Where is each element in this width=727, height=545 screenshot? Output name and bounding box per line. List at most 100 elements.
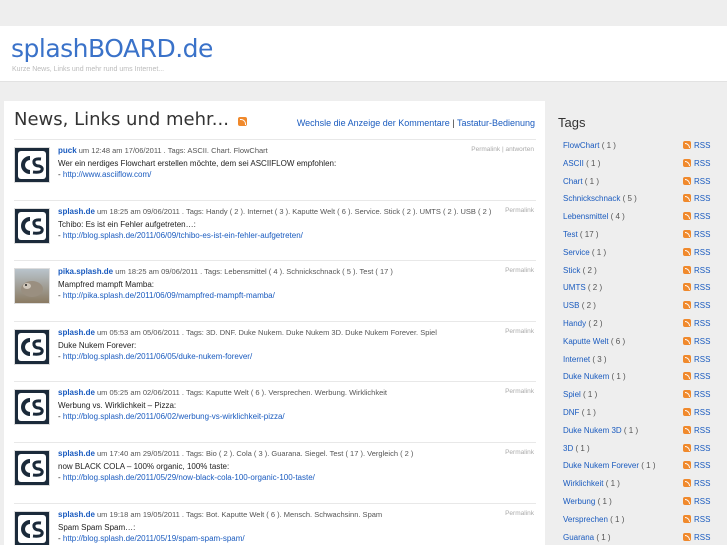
tag-item: Versprechen ( 1 ) RSS bbox=[548, 511, 727, 529]
tag-rss-link[interactable]: RSS bbox=[683, 194, 710, 203]
tag-rss-link[interactable]: RSS bbox=[683, 408, 710, 417]
rss-icon bbox=[683, 514, 691, 523]
tag-link[interactable]: Lebensmittel ( 4 ) bbox=[563, 212, 625, 221]
tag-link[interactable]: Duke Nukem 3D ( 1 ) bbox=[563, 426, 638, 435]
tag-link[interactable]: FlowChart ( 1 ) bbox=[563, 141, 616, 150]
tag-rss-link[interactable]: RSS bbox=[683, 354, 711, 364]
post-author-link[interactable]: puck bbox=[58, 146, 77, 155]
rss-icon bbox=[683, 230, 691, 238]
permalink-link[interactable]: Permalink bbox=[505, 388, 534, 395]
post-item: splash.de um 05:53 am 05/06/2011 . Tags:… bbox=[14, 320, 536, 379]
tag-link[interactable]: 3D ( 1 ) bbox=[563, 444, 590, 453]
tag-rss-label: RSS bbox=[694, 354, 711, 364]
post-url-link[interactable]: http://www.asciiflow.com/ bbox=[63, 170, 151, 179]
tag-link[interactable]: Wirklichkeit ( 1 ) bbox=[563, 479, 620, 488]
rss-icon bbox=[683, 212, 691, 221]
tag-name: Internet bbox=[563, 354, 591, 364]
permalink-link[interactable]: Permalink | antworten bbox=[471, 146, 534, 153]
tag-rss-link[interactable]: RSS bbox=[683, 532, 710, 542]
post-author-link[interactable]: splash.de bbox=[58, 207, 95, 216]
permalink-link[interactable]: Permalink bbox=[505, 267, 534, 274]
toggle-comments-link[interactable]: Wechsle die Anzeige der Kommentare bbox=[297, 118, 450, 128]
post-url-link[interactable]: http://pika.splash.de/2011/06/09/mampfre… bbox=[63, 291, 275, 300]
tag-link[interactable]: Schnickschnack ( 5 ) bbox=[563, 194, 637, 203]
tag-link[interactable]: Spiel ( 1 ) bbox=[563, 390, 597, 399]
post-meta-text: um 18:25 am 09/06/2011 . Tags: Handy ( 2… bbox=[97, 206, 492, 216]
tag-count: ( 2 ) bbox=[588, 319, 603, 328]
tag-rss-link[interactable]: RSS bbox=[683, 176, 710, 186]
tag-item: Kaputte Welt ( 6 ) RSS bbox=[548, 333, 727, 351]
tag-link[interactable]: Duke Nukem ( 1 ) bbox=[563, 372, 626, 381]
rss-icon bbox=[683, 194, 691, 203]
tag-rss-label: RSS bbox=[694, 425, 711, 435]
tag-link[interactable]: Kaputte Welt ( 6 ) bbox=[563, 337, 625, 346]
post-meta-text: um 18:25 am 09/06/2011 . Tags: Lebensmit… bbox=[115, 267, 393, 277]
tag-rss-link[interactable]: RSS bbox=[683, 514, 710, 524]
rss-icon bbox=[683, 336, 691, 345]
post-meta: splash.de um 05:53 am 05/06/2011 . Tags:… bbox=[58, 328, 437, 337]
tag-link[interactable]: Service ( 1 ) bbox=[563, 248, 606, 257]
post-url-link[interactable]: http://blog.splash.de/2011/05/29/now-bla… bbox=[63, 473, 315, 482]
tag-rss-label: RSS bbox=[694, 497, 711, 506]
tag-rss-link[interactable]: RSS bbox=[683, 390, 710, 399]
post-url-link[interactable]: http://blog.splash.de/2011/05/19/spam-sp… bbox=[63, 534, 245, 543]
tag-item: ASCII ( 1 ) RSS bbox=[548, 155, 727, 173]
tag-link[interactable]: Versprechen ( 1 ) bbox=[563, 515, 624, 524]
permalink-link[interactable]: Permalink bbox=[505, 207, 534, 214]
rss-feed-icon[interactable] bbox=[237, 117, 247, 126]
tag-rss-link[interactable]: RSS bbox=[683, 372, 710, 381]
tag-rss-link[interactable]: RSS bbox=[683, 301, 710, 310]
tag-rss-link[interactable]: RSS bbox=[683, 425, 711, 435]
tag-item: Stick ( 2 ) RSS bbox=[548, 262, 727, 280]
tag-item: Handy ( 2 ) RSS bbox=[548, 315, 727, 333]
tag-link[interactable]: UMTS ( 2 ) bbox=[563, 283, 602, 292]
post-author-link[interactable]: splash.de bbox=[58, 449, 95, 458]
post-url-link[interactable]: http://blog.splash.de/2011/06/05/duke-nu… bbox=[63, 352, 252, 361]
tag-rss-link[interactable]: RSS bbox=[683, 283, 710, 292]
tag-name: Spiel bbox=[563, 390, 581, 400]
tag-link[interactable]: Stick ( 2 ) bbox=[563, 266, 597, 275]
tag-rss-link[interactable]: RSS bbox=[683, 461, 710, 470]
permalink-link[interactable]: Permalink bbox=[505, 449, 534, 456]
permalink-link[interactable]: Permalink bbox=[505, 328, 534, 335]
post-link-line: - http://blog.splash.de/2011/06/09/tchib… bbox=[58, 231, 303, 240]
tag-link[interactable]: Test ( 17 ) bbox=[563, 230, 599, 239]
tag-link[interactable]: Duke Nukem Forever ( 1 ) bbox=[563, 461, 656, 470]
tag-rss-link[interactable]: RSS bbox=[683, 497, 710, 506]
tag-count: ( 1 ) bbox=[601, 141, 616, 150]
post-link-line: - http://blog.splash.de/2011/05/29/now-b… bbox=[58, 473, 315, 482]
tag-rss-link[interactable]: RSS bbox=[683, 443, 710, 453]
tag-rss-link[interactable]: RSS bbox=[683, 319, 710, 328]
tag-rss-link[interactable]: RSS bbox=[683, 212, 710, 221]
tag-rss-link[interactable]: RSS bbox=[683, 247, 710, 257]
tag-link[interactable]: Chart ( 1 ) bbox=[563, 177, 599, 186]
tag-link[interactable]: Guarana ( 1 ) bbox=[563, 533, 611, 542]
post-url-link[interactable]: http://blog.splash.de/2011/06/02/werbung… bbox=[63, 412, 285, 421]
permalink-link[interactable]: Permalink bbox=[505, 510, 534, 517]
post-url-link[interactable]: http://blog.splash.de/2011/06/09/tchibo-… bbox=[63, 231, 303, 240]
post-author-link[interactable]: splash.de bbox=[58, 388, 95, 397]
tag-rss-link[interactable]: RSS bbox=[683, 336, 710, 346]
post-item: splash.de um 18:25 am 09/06/2011 . Tags:… bbox=[14, 199, 536, 258]
tag-link[interactable]: Internet ( 3 ) bbox=[563, 355, 607, 364]
tag-rss-link[interactable]: RSS bbox=[683, 230, 710, 239]
tag-rss-link[interactable]: RSS bbox=[683, 479, 710, 488]
tag-link[interactable]: DNF ( 1 ) bbox=[563, 408, 596, 417]
post-item: puck um 12:48 am 17/06/2011 . Tags: ASCI… bbox=[14, 139, 536, 197]
tag-rss-label: RSS bbox=[694, 212, 711, 222]
tag-link[interactable]: Werbung ( 1 ) bbox=[563, 497, 612, 506]
tag-rss-link[interactable]: RSS bbox=[683, 265, 710, 275]
post-author-link[interactable]: splash.de bbox=[58, 510, 95, 519]
site-title-link[interactable]: splashBOARD.de bbox=[11, 34, 213, 63]
tag-link[interactable]: ASCII ( 1 ) bbox=[563, 159, 600, 168]
tag-name: Werbung bbox=[563, 497, 596, 506]
tag-link[interactable]: Handy ( 2 ) bbox=[563, 319, 603, 328]
post-author-link[interactable]: pika.splash.de bbox=[58, 267, 113, 276]
tag-rss-link[interactable]: RSS bbox=[683, 158, 710, 168]
tag-link[interactable]: USB ( 2 ) bbox=[563, 301, 596, 310]
post-author-link[interactable]: splash.de bbox=[58, 328, 95, 337]
tag-rss-link[interactable]: RSS bbox=[683, 141, 710, 150]
tag-count: ( 1 ) bbox=[591, 247, 607, 257]
keyboard-help-link[interactable]: Tastatur-Bedienung bbox=[457, 118, 535, 128]
tag-item: Duke Nukem Forever ( 1 ) RSS bbox=[548, 457, 727, 475]
